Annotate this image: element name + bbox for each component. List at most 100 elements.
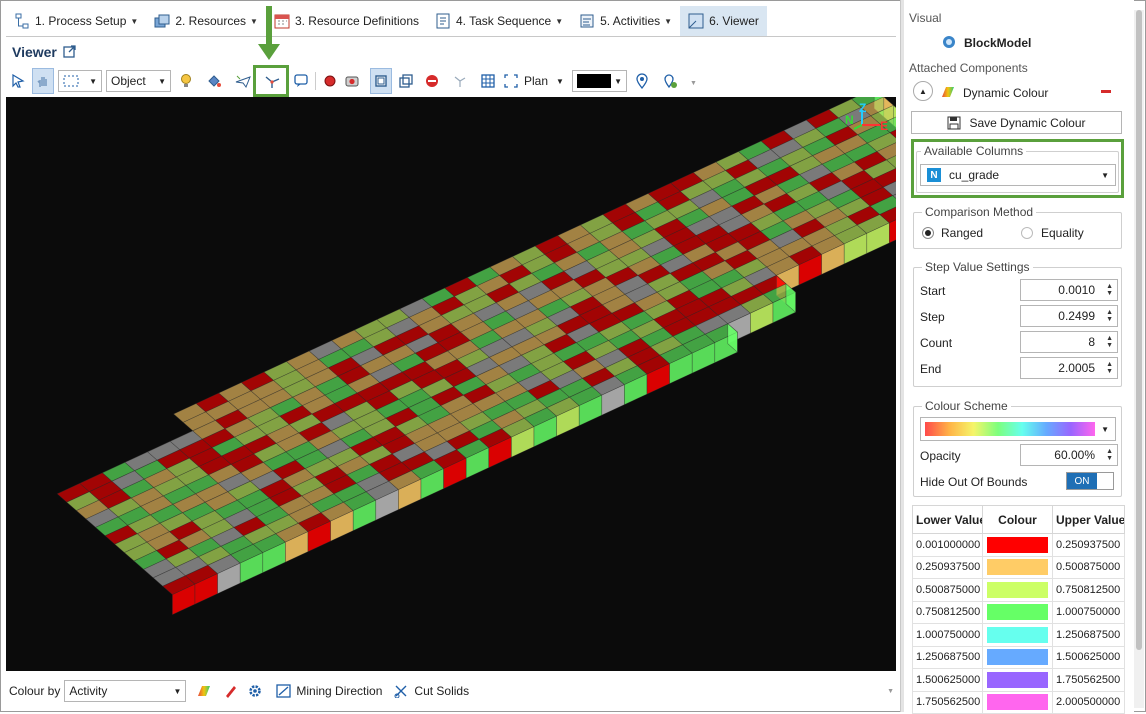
table-row[interactable]: 0.001000000 0.250937500: [912, 533, 1125, 557]
lower-value-header[interactable]: Lower Value: [912, 505, 983, 534]
panel-scrollbar[interactable]: [1134, 10, 1144, 708]
location-button[interactable]: [660, 68, 680, 94]
upper-value-header[interactable]: Upper Value: [1052, 505, 1125, 534]
tab-resource-definitions[interactable]: 3. Resource Definitions: [266, 6, 427, 36]
table-row[interactable]: 1.500625000 1.750562500: [912, 668, 1125, 692]
table-row[interactable]: 0.500875000 0.750812500: [912, 578, 1125, 602]
opacity-input[interactable]: 60.00% ▲ ▼: [1020, 444, 1118, 466]
tab-task-sequence[interactable]: 4. Task Sequence ▼: [427, 6, 571, 36]
colour-cell[interactable]: [982, 555, 1053, 579]
table-row[interactable]: 1.250687500 1.500625000: [912, 645, 1125, 669]
upper-value-cell[interactable]: 1.250687500: [1052, 623, 1125, 647]
colour-swatch[interactable]: [987, 694, 1048, 711]
colour-cell[interactable]: [982, 668, 1053, 692]
pencil-icon[interactable]: [224, 684, 238, 698]
pan-hand-button[interactable]: [32, 68, 54, 94]
colour-cell[interactable]: [982, 578, 1053, 602]
select-pointer-button[interactable]: [8, 68, 28, 94]
remove-component-icon[interactable]: [1101, 90, 1111, 93]
table-row[interactable]: 1.000750000 1.250687500: [912, 623, 1125, 647]
spinner-icon[interactable]: ▲ ▼: [1106, 309, 1113, 323]
colour-swatch[interactable]: [987, 604, 1048, 621]
colour-swatch[interactable]: [987, 626, 1048, 643]
scrollbar-thumb[interactable]: [1136, 10, 1142, 650]
upper-value-cell[interactable]: 0.250937500: [1052, 533, 1125, 557]
upper-value-cell[interactable]: 1.000750000: [1052, 600, 1125, 624]
colour-cell[interactable]: [982, 623, 1053, 647]
fly-through-button[interactable]: [232, 68, 254, 94]
colour-swatch[interactable]: [987, 649, 1048, 666]
start-input[interactable]: 0.0010 ▲ ▼: [1020, 279, 1118, 301]
spinner-icon[interactable]: ▲ ▼: [1106, 361, 1113, 375]
colour-by-dropdown[interactable]: Activity ▼: [64, 680, 187, 702]
upper-value-cell[interactable]: 2.000500000: [1052, 690, 1125, 714]
colour-swatch[interactable]: [987, 559, 1048, 576]
lower-value-cell[interactable]: 1.500625000: [912, 668, 983, 692]
spinner-icon[interactable]: ▲ ▼: [1106, 283, 1113, 297]
tab-resources[interactable]: 2. Resources ▼: [146, 6, 266, 36]
upper-value-cell[interactable]: 0.750812500: [1052, 578, 1125, 602]
point-cloud-button[interactable]: [632, 68, 652, 94]
table-row[interactable]: 0.750812500 1.000750000: [912, 600, 1125, 624]
spinner-icon[interactable]: ▲ ▼: [1106, 335, 1113, 349]
colour-header[interactable]: Colour: [982, 505, 1053, 534]
step-input[interactable]: 0.2499 ▲ ▼: [1020, 305, 1118, 327]
lower-value-cell[interactable]: 0.500875000: [912, 578, 983, 602]
colour-cell[interactable]: [982, 645, 1053, 669]
table-row[interactable]: 0.250937500 0.500875000: [912, 555, 1125, 579]
colour-cell[interactable]: [982, 533, 1053, 557]
tab-process-setup[interactable]: 1. Process Setup ▼: [6, 6, 146, 36]
upper-value-cell[interactable]: 1.750562500: [1052, 668, 1125, 692]
equality-radio[interactable]: [1021, 227, 1033, 239]
lower-value-cell[interactable]: 1.000750000: [912, 623, 983, 647]
view-preset-dropdown[interactable]: Plan ▼: [504, 68, 574, 94]
toolbar-overflow-icon[interactable]: ▼: [690, 80, 697, 87]
selection-mode-dropdown[interactable]: ▼: [58, 70, 102, 92]
cut-solids-button[interactable]: Cut Solids: [414, 684, 469, 698]
view-preset-value: Plan: [524, 74, 549, 88]
upper-value-cell[interactable]: 1.500625000: [1052, 645, 1125, 669]
annotation-button[interactable]: [291, 68, 311, 94]
gear-icon[interactable]: [248, 684, 262, 698]
bottom-overflow-icon[interactable]: ▼: [887, 688, 894, 695]
collapse-component-button[interactable]: ▲: [913, 81, 933, 101]
upper-value-cell[interactable]: 0.500875000: [1052, 555, 1125, 579]
tab-activities[interactable]: 5. Activities ▼: [571, 6, 680, 36]
wireframe-view-button[interactable]: [396, 68, 416, 94]
save-dynamic-colour-button[interactable]: Save Dynamic Colour: [911, 111, 1122, 134]
colour-swatch[interactable]: [987, 581, 1048, 598]
lower-value-cell[interactable]: 0.001000000: [912, 533, 983, 557]
solid-view-button[interactable]: [370, 68, 392, 94]
ranged-radio[interactable]: [922, 227, 934, 239]
tab-viewer[interactable]: 6. Viewer: [680, 6, 767, 36]
hide-out-of-bounds-toggle[interactable]: ON: [1066, 472, 1114, 490]
colour-swatch[interactable]: [987, 536, 1048, 553]
spinner-icon[interactable]: ▲ ▼: [1106, 448, 1113, 462]
popout-icon[interactable]: [63, 45, 76, 58]
mining-direction-button[interactable]: Mining Direction: [296, 684, 382, 698]
background-colour-dropdown[interactable]: ▼: [572, 70, 627, 92]
lower-value-cell[interactable]: 1.250687500: [912, 645, 983, 669]
lower-value-cell[interactable]: 0.250937500: [912, 555, 983, 579]
colour-cell[interactable]: [982, 690, 1053, 714]
object-select-dropdown[interactable]: Object ▼: [106, 70, 171, 92]
colour-scheme-icon[interactable]: [196, 684, 212, 698]
lower-value-cell[interactable]: 0.750812500: [912, 600, 983, 624]
colour-scheme-select[interactable]: ▼: [920, 417, 1116, 441]
colour-swatch[interactable]: [987, 671, 1048, 688]
available-columns-select[interactable]: N cu_grade ▼: [920, 164, 1116, 186]
grid-button[interactable]: [478, 68, 498, 94]
hide-button[interactable]: [422, 68, 442, 94]
snapshot-button[interactable]: [342, 68, 362, 94]
lower-value-cell[interactable]: 1.750562500: [912, 690, 983, 714]
colour-cell[interactable]: [982, 600, 1053, 624]
count-input[interactable]: 8 ▲ ▼: [1020, 331, 1118, 353]
measure-button[interactable]: [450, 68, 470, 94]
end-input[interactable]: 2.0005 ▲ ▼: [1020, 357, 1118, 379]
3d-viewport[interactable]: Z N E: [6, 97, 896, 671]
paint-button[interactable]: [204, 68, 224, 94]
lighting-button[interactable]: [176, 68, 196, 94]
record-button[interactable]: [320, 68, 340, 94]
block-model-scene[interactable]: [6, 97, 896, 671]
table-row[interactable]: 1.750562500 2.000500000: [912, 690, 1125, 714]
